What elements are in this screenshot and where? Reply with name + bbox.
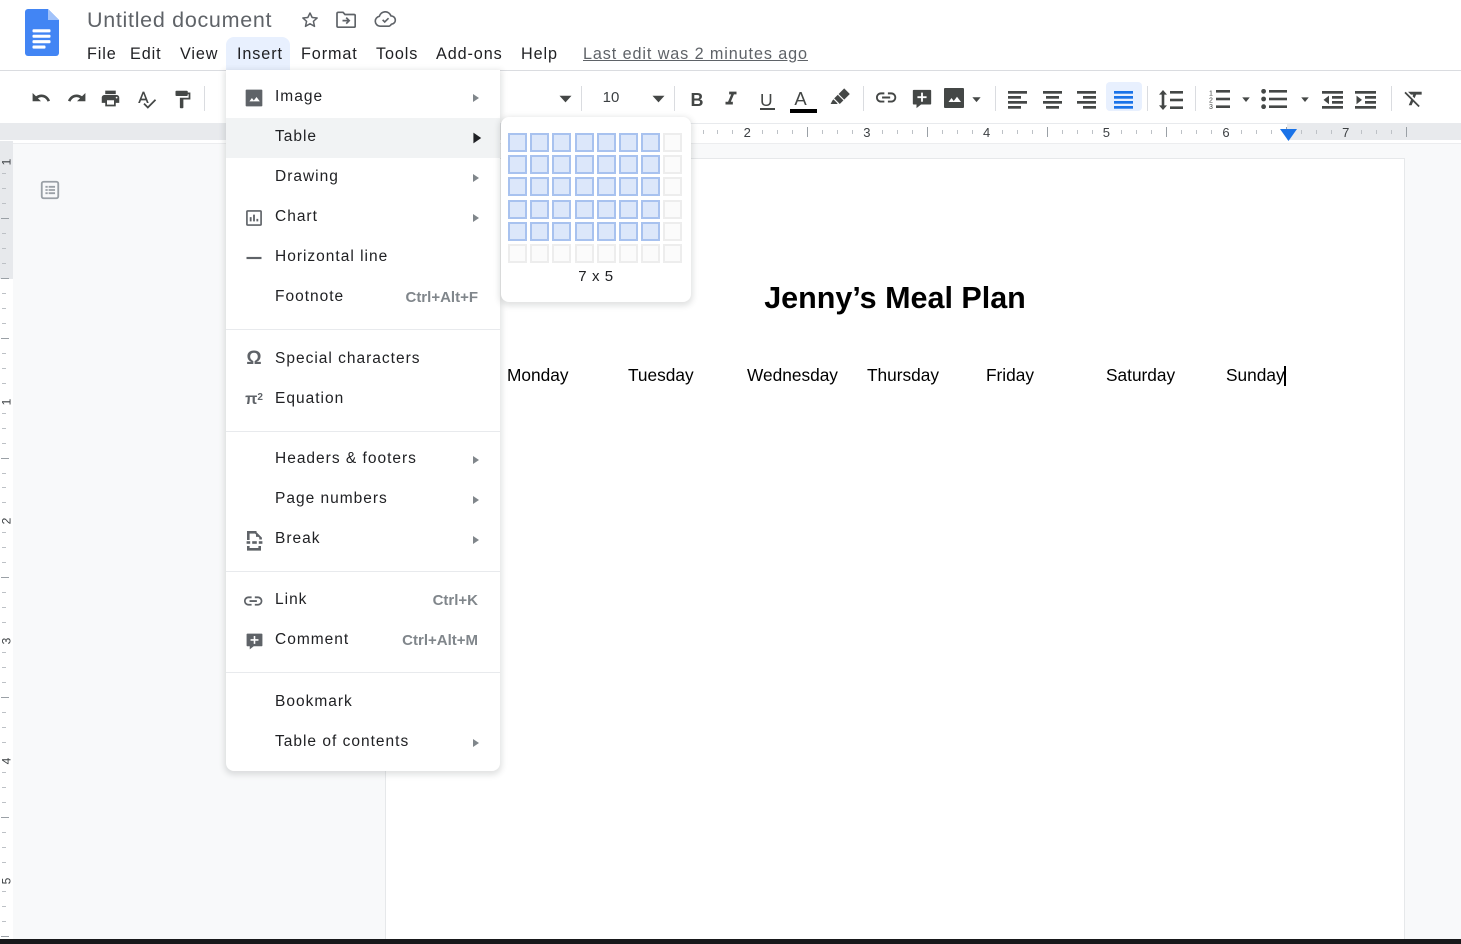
svg-text:3: 3 — [1209, 104, 1213, 109]
svg-text:1: 1 — [1209, 91, 1213, 98]
